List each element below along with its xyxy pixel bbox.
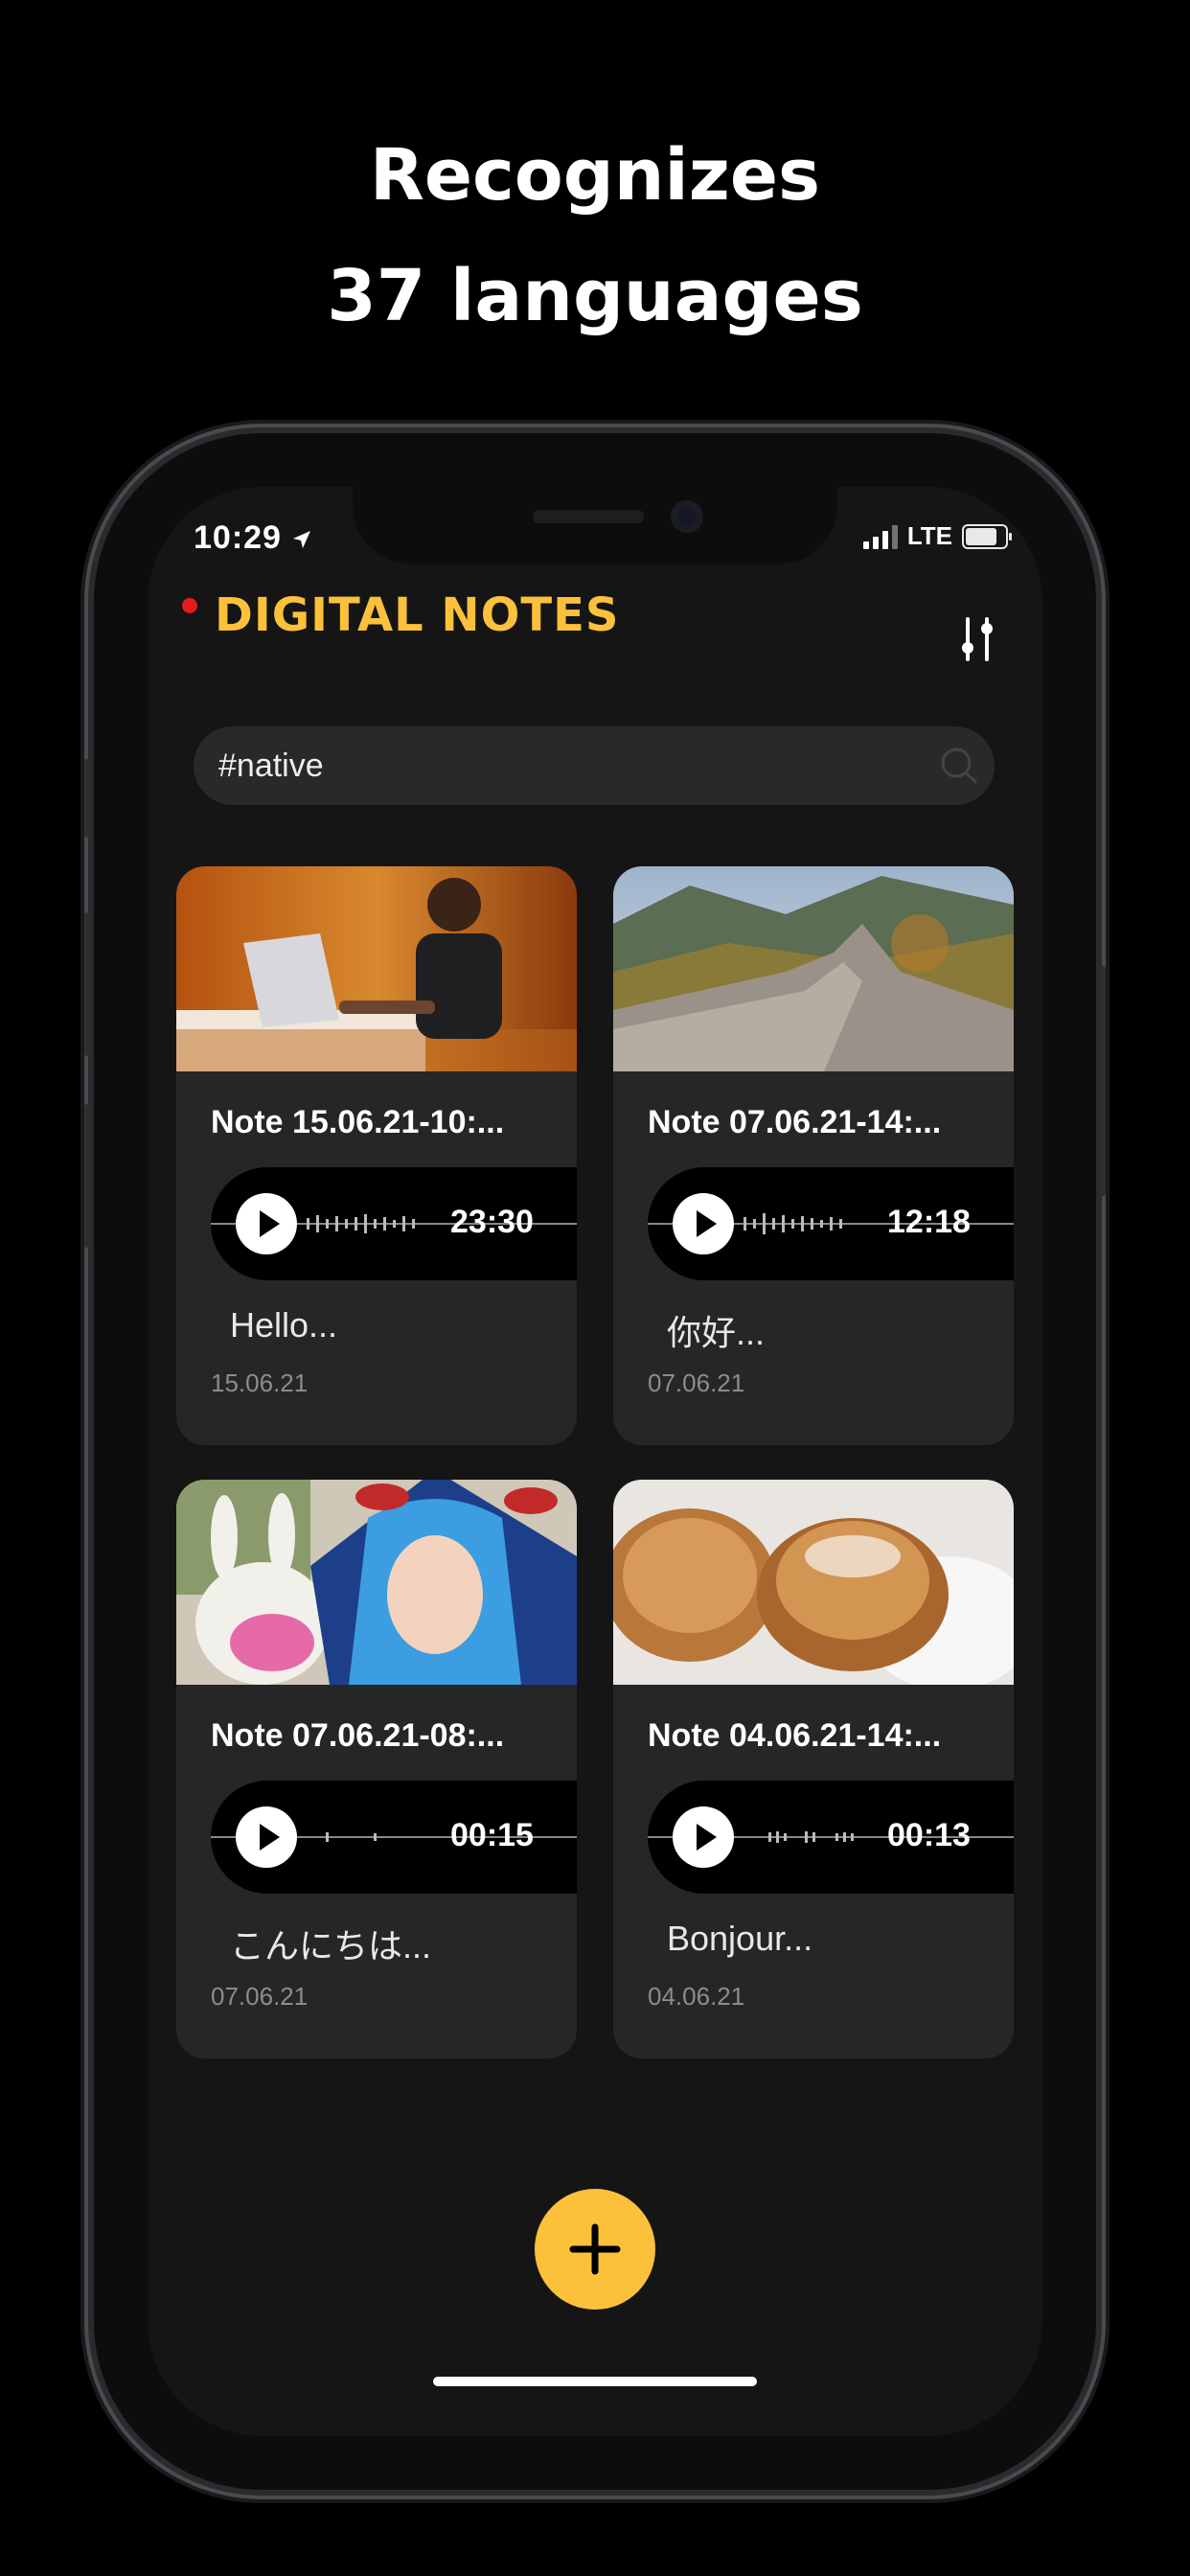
note-snippet: 你好... — [667, 1313, 766, 1352]
search-bar[interactable]: #native — [194, 726, 995, 805]
note-card[interactable]: Note 07.06.21-08:... 00:15 こんにちは... 07.0… — [176, 1480, 577, 2058]
battery-icon — [962, 523, 1012, 549]
play-icon — [260, 1210, 280, 1237]
note-thumbnail-cosplay-girl — [176, 1480, 577, 1685]
search-icon[interactable] — [937, 744, 981, 788]
search-input[interactable]: #native — [218, 748, 324, 785]
settings-sliders-icon[interactable] — [956, 615, 998, 663]
note-card[interactable]: Note 04.06.21-14:... 00:13 Bonjour... 04… — [613, 1480, 1014, 2058]
play-icon — [697, 1210, 717, 1237]
note-snippet: Hello... — [230, 1305, 338, 1345]
note-date: 04.06.21 — [648, 1982, 745, 2011]
play-icon — [697, 1824, 717, 1851]
add-note-button[interactable] — [535, 2189, 655, 2310]
note-thumbnail-great-wall — [613, 866, 1014, 1071]
note-title: Note 15.06.21-10:... — [211, 1104, 505, 1140]
app-screen: 10:29 LTE DIGITAL NOTES #native Note 15.… — [148, 487, 1042, 2436]
headline-line-2: 37 languages — [327, 255, 863, 337]
play-icon — [260, 1824, 280, 1851]
audio-duration: 12:18 — [887, 1204, 971, 1240]
phone-frame: 10:29 LTE DIGITAL NOTES #native Note 15.… — [84, 433, 1106, 2490]
note-card[interactable]: Note 15.06.21-10:... 23:30 Hello... 15.0… — [176, 866, 577, 1445]
audio-duration: 00:15 — [450, 1817, 534, 1853]
status-indicators: LTE — [862, 521, 1012, 551]
app-title: DIGITAL NOTES — [215, 588, 620, 642]
plus-icon — [569, 2223, 621, 2275]
note-card[interactable]: Note 07.06.21-14:... 12:18 你好... 07.06.2… — [613, 866, 1014, 1445]
audio-player[interactable]: 00:15 — [211, 1781, 577, 1894]
play-button[interactable] — [673, 1806, 734, 1868]
status-time: 10:29 — [194, 519, 312, 557]
notch — [353, 487, 837, 564]
play-button[interactable] — [236, 1806, 297, 1868]
play-button[interactable] — [236, 1193, 297, 1254]
note-title: Note 04.06.21-14:... — [648, 1717, 942, 1754]
note-thumbnail-croissants — [613, 1480, 1014, 1685]
note-snippet: こんにちは... — [230, 1926, 432, 1966]
audio-duration: 23:30 — [450, 1204, 534, 1240]
note-snippet: Bonjour... — [667, 1919, 813, 1958]
note-date: 07.06.21 — [648, 1368, 745, 1397]
network-label: LTE — [906, 521, 952, 550]
note-date: 07.06.21 — [211, 1982, 309, 2011]
home-indicator[interactable] — [433, 2377, 757, 2386]
audio-player[interactable]: 23:30 — [211, 1167, 577, 1280]
audio-player[interactable]: 12:18 — [648, 1167, 1014, 1280]
play-button[interactable] — [673, 1193, 734, 1254]
audio-player[interactable]: 00:13 — [648, 1781, 1014, 1894]
note-title: Note 07.06.21-08:... — [211, 1717, 505, 1754]
note-thumbnail-person-laptop — [176, 866, 577, 1071]
record-indicator — [182, 598, 197, 613]
location-arrow-icon — [293, 531, 311, 548]
note-date: 15.06.21 — [211, 1368, 309, 1397]
marketing-headline: Recognizes 37 languages — [0, 115, 1190, 356]
note-title: Note 07.06.21-14:... — [648, 1104, 942, 1140]
signal-icon — [862, 524, 898, 549]
audio-duration: 00:13 — [887, 1817, 971, 1853]
headline-line-1: Recognizes — [369, 134, 821, 217]
